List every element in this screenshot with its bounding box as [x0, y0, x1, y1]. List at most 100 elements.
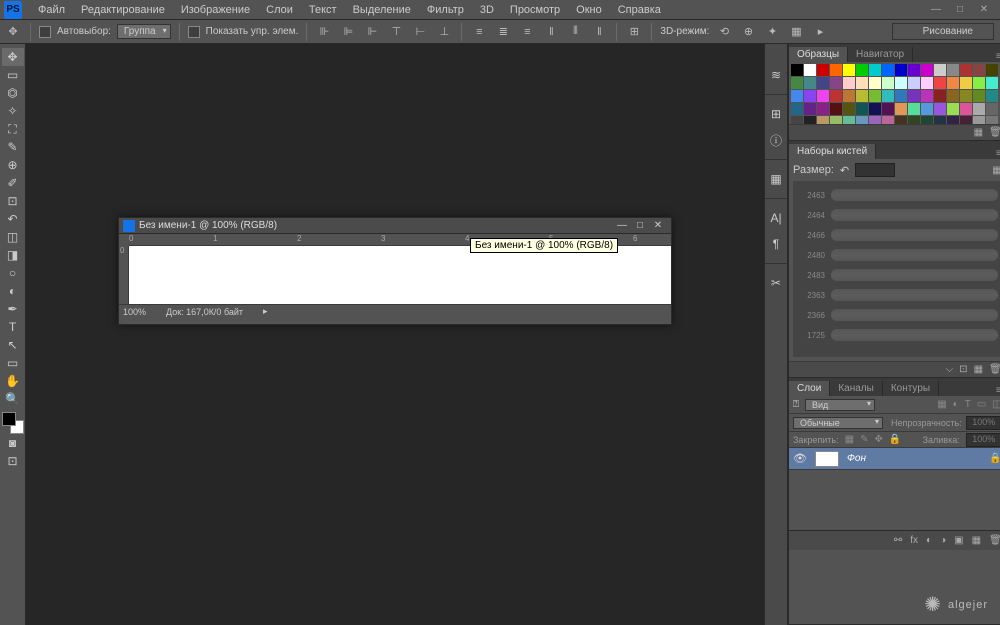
- lock-pixels-icon[interactable]: ✎: [860, 434, 868, 445]
- brush-preset[interactable]: 2366: [797, 305, 998, 325]
- align-icon[interactable]: ⊥: [435, 23, 453, 41]
- filter-pixel-icon[interactable]: ▦: [937, 399, 946, 410]
- panel-menu-icon[interactable]: ≡: [992, 385, 1000, 396]
- swatch[interactable]: [804, 116, 816, 124]
- menu-layers[interactable]: Слои: [258, 4, 301, 16]
- swatch[interactable]: [960, 90, 972, 102]
- path-tool[interactable]: ↖: [2, 336, 24, 354]
- swatch[interactable]: [934, 116, 946, 124]
- swatch[interactable]: [791, 103, 803, 115]
- distribute-icon[interactable]: ‖: [542, 23, 560, 41]
- swatch[interactable]: [791, 64, 803, 76]
- swatch[interactable]: [921, 90, 933, 102]
- reset-icon[interactable]: ↶: [840, 164, 849, 177]
- doc-maximize[interactable]: □: [631, 220, 649, 231]
- swatch[interactable]: [804, 77, 816, 89]
- swatch[interactable]: [791, 90, 803, 102]
- menu-view[interactable]: Просмотр: [502, 4, 568, 16]
- swatch[interactable]: [856, 64, 868, 76]
- new-swatch-icon[interactable]: ▦: [974, 127, 983, 138]
- brush-preset[interactable]: 2466: [797, 225, 998, 245]
- character-icon[interactable]: A|: [765, 207, 787, 229]
- delete-swatch-icon[interactable]: 🗑: [989, 127, 1000, 138]
- clone-source-icon[interactable]: ⊞: [765, 103, 787, 125]
- swatch[interactable]: [843, 64, 855, 76]
- swatch[interactable]: [986, 64, 998, 76]
- menu-help[interactable]: Справка: [610, 4, 669, 16]
- swatch[interactable]: [843, 90, 855, 102]
- panel-menu-icon[interactable]: ≡: [992, 148, 1000, 159]
- eraser-tool[interactable]: ◫: [2, 228, 24, 246]
- link-layers-icon[interactable]: ⚯: [894, 535, 902, 546]
- swatch[interactable]: [882, 103, 894, 115]
- history-brush-tool[interactable]: ↶: [2, 210, 24, 228]
- doc-minimize[interactable]: —: [613, 220, 631, 231]
- menu-window[interactable]: Окно: [568, 4, 610, 16]
- window-maximize[interactable]: □: [950, 3, 970, 17]
- swatch[interactable]: [882, 116, 894, 124]
- swatch[interactable]: [856, 103, 868, 115]
- align-icon[interactable]: ⊢: [411, 23, 429, 41]
- show-controls-checkbox[interactable]: [188, 26, 200, 38]
- swatch[interactable]: [973, 103, 985, 115]
- channels-tab[interactable]: Каналы: [830, 381, 883, 396]
- swatch[interactable]: [869, 77, 881, 89]
- status-arrow-icon[interactable]: ▸: [263, 306, 268, 317]
- filter-smart-icon[interactable]: ◫: [992, 399, 1000, 410]
- delete-brush-icon[interactable]: 🗑: [989, 364, 1000, 375]
- new-layer-icon[interactable]: ▦: [972, 535, 981, 546]
- document-window[interactable]: Без имени-1 @ 100% (RGB/8) — □ ✕ 0 1 2 3…: [118, 217, 672, 325]
- autoselect-checkbox[interactable]: [39, 26, 51, 38]
- swatch[interactable]: [960, 103, 972, 115]
- gradient-tool[interactable]: ◨: [2, 246, 24, 264]
- swatch[interactable]: [921, 77, 933, 89]
- shape-tool[interactable]: ▭: [2, 354, 24, 372]
- brush-tool[interactable]: ✐: [2, 174, 24, 192]
- brush-preset[interactable]: 2464: [797, 205, 998, 225]
- swatch[interactable]: [934, 90, 946, 102]
- swatch[interactable]: [856, 116, 868, 124]
- swatch[interactable]: [882, 77, 894, 89]
- doc-close[interactable]: ✕: [649, 220, 667, 231]
- swatch[interactable]: [804, 103, 816, 115]
- swatch[interactable]: [973, 77, 985, 89]
- brush-preset[interactable]: 2463: [797, 185, 998, 205]
- swatch[interactable]: [843, 77, 855, 89]
- menu-filter[interactable]: Фильтр: [419, 4, 472, 16]
- distribute-icon[interactable]: ‖: [590, 23, 608, 41]
- panel-menu-icon[interactable]: ≡: [992, 51, 1000, 62]
- layers-tab[interactable]: Слои: [789, 381, 830, 396]
- menu-select[interactable]: Выделение: [345, 4, 419, 16]
- swatch[interactable]: [830, 116, 842, 124]
- dodge-tool[interactable]: ◐: [2, 282, 24, 300]
- swatch[interactable]: [947, 64, 959, 76]
- 3d-icon[interactable]: ▦: [787, 23, 805, 41]
- color-picker[interactable]: [2, 412, 24, 434]
- crop-tool[interactable]: ⛶: [2, 120, 24, 138]
- 3d-icon[interactable]: ✦: [763, 23, 781, 41]
- swatch[interactable]: [895, 103, 907, 115]
- new-brush-icon[interactable]: ▦: [974, 364, 983, 375]
- paragraph-icon[interactable]: ¶: [765, 233, 787, 255]
- swatch[interactable]: [934, 103, 946, 115]
- swatch[interactable]: [817, 90, 829, 102]
- layer-name[interactable]: Фон: [847, 453, 866, 464]
- swatch[interactable]: [791, 77, 803, 89]
- lock-transparency-icon[interactable]: ▦: [845, 434, 854, 445]
- color-icon[interactable]: ▦: [765, 168, 787, 190]
- swatch[interactable]: [934, 64, 946, 76]
- swatch[interactable]: [843, 116, 855, 124]
- visibility-icon[interactable]: 👁: [793, 452, 807, 465]
- brush-settings-icon[interactable]: ≋: [765, 64, 787, 86]
- brush-size-input[interactable]: [855, 163, 895, 177]
- distribute-icon[interactable]: ≡: [470, 23, 488, 41]
- swatches-tab[interactable]: Образцы: [789, 47, 848, 62]
- menu-image[interactable]: Изображение: [173, 4, 258, 16]
- swatch[interactable]: [947, 77, 959, 89]
- swatch[interactable]: [830, 77, 842, 89]
- brush-preset-icon[interactable]: ▦: [992, 165, 1000, 176]
- swatch[interactable]: [908, 90, 920, 102]
- swatch[interactable]: [908, 103, 920, 115]
- swatch[interactable]: [856, 77, 868, 89]
- brushes-tab[interactable]: Наборы кистей: [789, 144, 876, 159]
